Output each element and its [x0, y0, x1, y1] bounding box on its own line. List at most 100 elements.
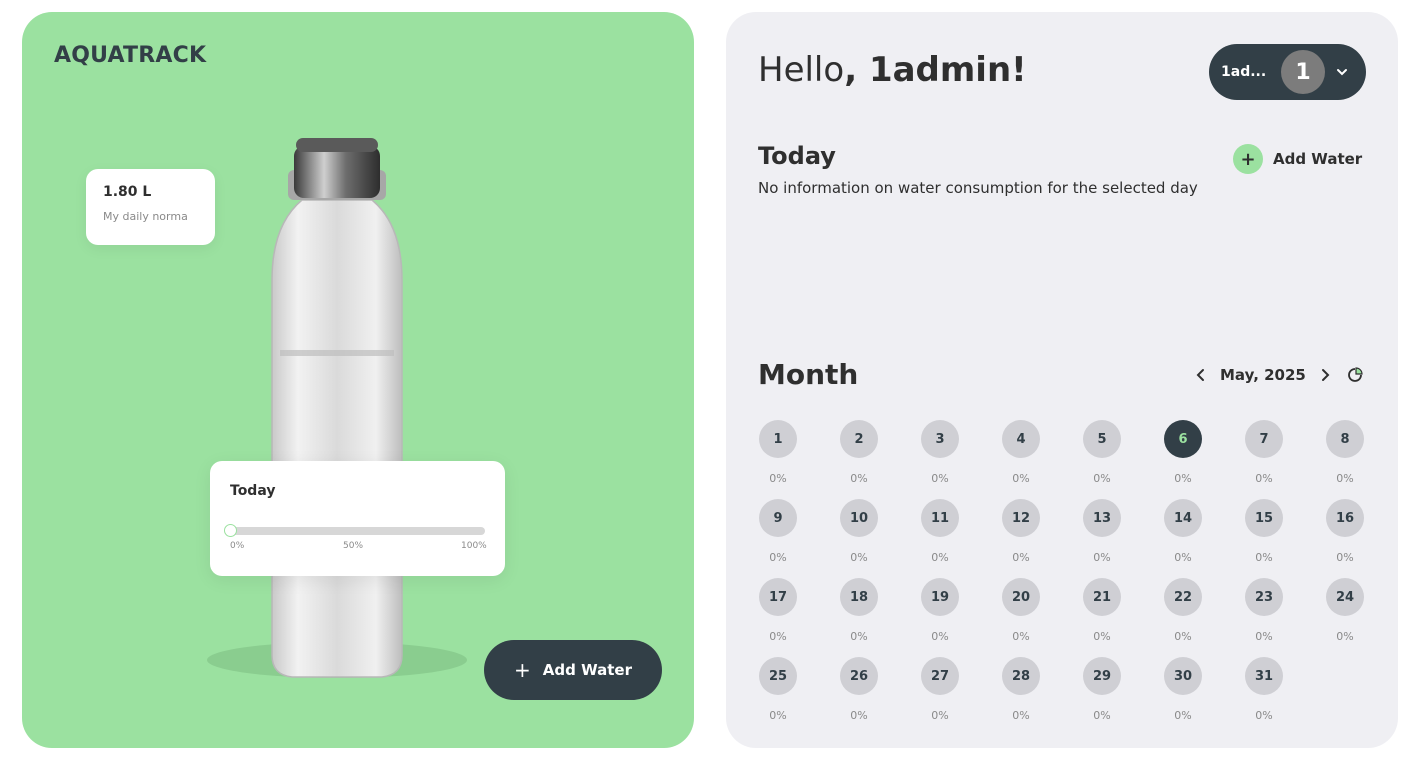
calendar-day-percent: 0%	[769, 709, 787, 722]
calendar-day-percent: 0%	[1093, 630, 1111, 643]
calendar-day-number[interactable]: 18	[840, 578, 878, 616]
calendar-day[interactable]: 21 0%	[1082, 578, 1122, 643]
calendar-day-number[interactable]: 10	[840, 499, 878, 537]
calendar-day-number[interactable]: 22	[1164, 578, 1202, 616]
calendar-day-number[interactable]: 26	[840, 657, 878, 695]
calendar-day-percent: 0%	[1255, 709, 1273, 722]
calendar-day-number[interactable]: 14	[1164, 499, 1202, 537]
calendar-day-percent: 0%	[1174, 472, 1192, 485]
calendar-day[interactable]: 18 0%	[839, 578, 879, 643]
calendar-day[interactable]: 5 0%	[1082, 420, 1122, 485]
month-label: May, 2025	[1220, 366, 1306, 384]
calendar-day[interactable]: 29 0%	[1082, 657, 1122, 722]
calendar-day-number[interactable]: 20	[1002, 578, 1040, 616]
app-page: AQUATRACK 1.80 L My daily norma Today 0%…	[0, 0, 1428, 768]
calendar-day[interactable]: 7 0%	[1244, 420, 1284, 485]
calendar-day[interactable]: 26 0%	[839, 657, 879, 722]
calendar-day[interactable]: 6 0%	[1163, 420, 1203, 485]
calendar-day[interactable]: 20 0%	[1001, 578, 1041, 643]
calendar-day[interactable]: 11 0%	[920, 499, 960, 564]
calendar-day-percent: 0%	[1012, 709, 1030, 722]
chevron-right-icon[interactable]	[1318, 368, 1332, 382]
calendar-day-percent: 0%	[1336, 472, 1354, 485]
today-progress-title: Today	[230, 483, 276, 499]
calendar-day[interactable]: 3 0%	[920, 420, 960, 485]
calendar-day[interactable]: 14 0%	[1163, 499, 1203, 564]
calendar-day-percent: 0%	[769, 551, 787, 564]
calendar-day-number[interactable]: 30	[1164, 657, 1202, 695]
calendar-day[interactable]: 22 0%	[1163, 578, 1203, 643]
calendar-day-percent: 0%	[769, 472, 787, 485]
daily-norma-label: My daily norma	[103, 210, 188, 223]
calendar-day[interactable]: 4 0%	[1001, 420, 1041, 485]
calendar-day-percent: 0%	[1012, 551, 1030, 564]
calendar-day[interactable]: 25 0%	[758, 657, 798, 722]
plus-icon: +	[514, 658, 531, 682]
calendar-day[interactable]: 1 0%	[758, 420, 798, 485]
user-menu-button[interactable]: 1ad... 1	[1209, 44, 1366, 100]
calendar-day-number[interactable]: 8	[1326, 420, 1364, 458]
chevron-left-icon[interactable]	[1194, 368, 1208, 382]
calendar-day[interactable]: 30 0%	[1163, 657, 1203, 722]
calendar-day[interactable]: 19 0%	[920, 578, 960, 643]
calendar-day[interactable]: 23 0%	[1244, 578, 1284, 643]
calendar-day[interactable]: 10 0%	[839, 499, 879, 564]
calendar-day-percent: 0%	[931, 551, 949, 564]
calendar-day-number[interactable]: 9	[759, 499, 797, 537]
calendar-day[interactable]: 31 0%	[1244, 657, 1284, 722]
calendar-day-number[interactable]: 25	[759, 657, 797, 695]
calendar-day-number[interactable]: 27	[921, 657, 959, 695]
calendar-day-number[interactable]: 23	[1245, 578, 1283, 616]
calendar-day[interactable]: 16 0%	[1325, 499, 1365, 564]
calendar-day-number[interactable]: 5	[1083, 420, 1121, 458]
calendar-day-number[interactable]: 24	[1326, 578, 1364, 616]
calendar-day[interactable]: 9 0%	[758, 499, 798, 564]
calendar-day[interactable]: 15 0%	[1244, 499, 1284, 564]
calendar-day[interactable]: 24 0%	[1325, 578, 1365, 643]
calendar-day-number[interactable]: 11	[921, 499, 959, 537]
tick-50: 50%	[343, 541, 364, 551]
calendar-day-percent: 0%	[1336, 630, 1354, 643]
calendar-day-number[interactable]: 6	[1164, 420, 1202, 458]
calendar-day-percent: 0%	[1174, 709, 1192, 722]
calendar-day[interactable]: 12 0%	[1001, 499, 1041, 564]
calendar-day-number[interactable]: 19	[921, 578, 959, 616]
plus-icon: +	[1233, 144, 1263, 174]
calendar-day[interactable]: 2 0%	[839, 420, 879, 485]
calendar-day[interactable]: 17 0%	[758, 578, 798, 643]
calendar-day-percent: 0%	[1012, 630, 1030, 643]
calendar-day-number[interactable]: 28	[1002, 657, 1040, 695]
progress-knob[interactable]	[224, 524, 237, 537]
calendar-day-percent: 0%	[850, 551, 868, 564]
calendar-day-percent: 0%	[1336, 551, 1354, 564]
add-water-button[interactable]: + Add Water	[1233, 144, 1362, 174]
calendar-day-number[interactable]: 15	[1245, 499, 1283, 537]
calendar-day-percent: 0%	[850, 630, 868, 643]
calendar-day-number[interactable]: 1	[759, 420, 797, 458]
calendar-day-number[interactable]: 13	[1083, 499, 1121, 537]
calendar-day-number[interactable]: 4	[1002, 420, 1040, 458]
calendar-day-number[interactable]: 7	[1245, 420, 1283, 458]
month-navigation: May, 2025	[1194, 366, 1364, 384]
today-heading: Today	[758, 142, 836, 170]
calendar-day-number[interactable]: 17	[759, 578, 797, 616]
calendar-day[interactable]: 28 0%	[1001, 657, 1041, 722]
pie-chart-icon[interactable]	[1346, 366, 1364, 384]
daily-norma-card: 1.80 L My daily norma	[86, 169, 215, 245]
calendar-day-number[interactable]: 21	[1083, 578, 1121, 616]
calendar-day[interactable]: 8 0%	[1325, 420, 1365, 485]
empty-message: No information on water consumption for …	[758, 179, 1198, 197]
add-water-label: Add Water	[542, 661, 632, 679]
calendar-day-percent: 0%	[1255, 472, 1273, 485]
calendar-day-number[interactable]: 2	[840, 420, 878, 458]
add-water-button-main[interactable]: + Add Water	[484, 640, 662, 700]
calendar-day-percent: 0%	[1174, 551, 1192, 564]
calendar-day[interactable]: 27 0%	[920, 657, 960, 722]
calendar-day-number[interactable]: 16	[1326, 499, 1364, 537]
calendar-day[interactable]: 13 0%	[1082, 499, 1122, 564]
add-water-link-label: Add Water	[1273, 150, 1363, 168]
calendar-day-number[interactable]: 12	[1002, 499, 1040, 537]
calendar-day-number[interactable]: 3	[921, 420, 959, 458]
calendar-day-number[interactable]: 29	[1083, 657, 1121, 695]
calendar-day-number[interactable]: 31	[1245, 657, 1283, 695]
